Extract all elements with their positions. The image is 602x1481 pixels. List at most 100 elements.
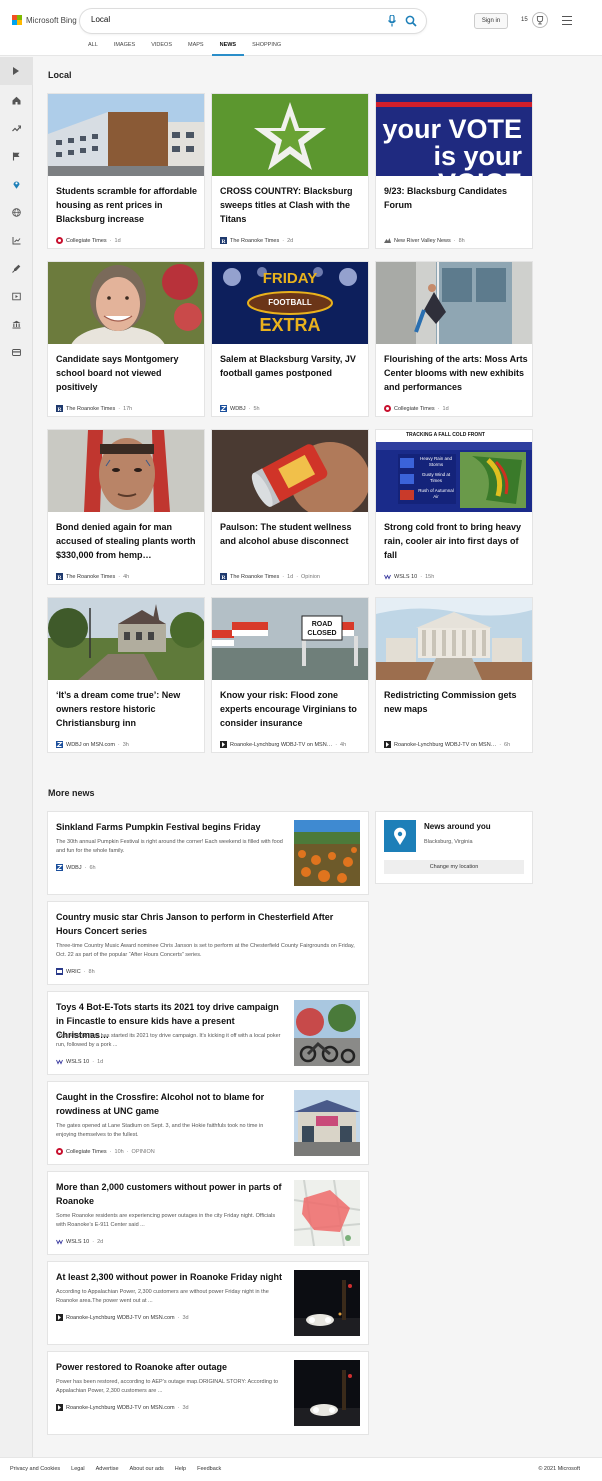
- article-source[interactable]: WDBJ on MSN.com · 3h: [56, 741, 129, 748]
- article-image-storefront[interactable]: [294, 1090, 360, 1156]
- tab-maps[interactable]: MAPS: [180, 40, 212, 56]
- article-image-aerial-dancer[interactable]: [376, 262, 532, 344]
- article-image-road-closed[interactable]: ROAD CLOSED: [212, 598, 368, 680]
- rewards-count[interactable]: 15: [521, 17, 528, 23]
- article-source[interactable]: WDBJ · 5h: [220, 405, 260, 412]
- science-icon[interactable]: [12, 264, 21, 273]
- tab-shopping[interactable]: SHOPPING: [244, 40, 289, 56]
- article-image-apartments[interactable]: [48, 94, 204, 176]
- search-icon[interactable]: [405, 15, 417, 27]
- more-news-item[interactable]: Power restored to Roanoke after outage P…: [48, 1352, 368, 1434]
- more-news-item[interactable]: Caught in the Crossfire: Alcohol not to …: [48, 1082, 368, 1164]
- globe-icon[interactable]: [12, 208, 21, 217]
- article-title[interactable]: Students scramble for affordable housing…: [56, 184, 200, 226]
- article-source[interactable]: Collegiate Times · 1d: [384, 405, 449, 412]
- article-title[interactable]: Bond denied again for man accused of ste…: [56, 520, 200, 562]
- more-news-item[interactable]: Sinkland Farms Pumpkin Festival begins F…: [48, 812, 368, 894]
- local-news-card[interactable]: Bond denied again for man accused of ste…: [48, 430, 204, 584]
- local-news-card[interactable]: CROSS COUNTRY: Blacksburg sweeps titles …: [212, 94, 368, 248]
- money-icon[interactable]: [12, 236, 21, 245]
- more-news-item[interactable]: Country music star Chris Janson to perfo…: [48, 902, 368, 984]
- flag-icon[interactable]: [12, 152, 21, 161]
- article-source[interactable]: WDBJ · 6h: [56, 864, 96, 871]
- article-source[interactable]: WSLS 10 · 2d: [56, 1238, 103, 1245]
- article-source[interactable]: Roanoke-Lynchburg WDBJ-TV on MSN… · 6h: [384, 741, 510, 748]
- article-source[interactable]: Roanoke-Lynchburg WDBJ-TV on MSN… · 4h: [220, 741, 346, 748]
- article-source[interactable]: R The Roanoke Times · 17h: [56, 405, 132, 412]
- article-image-portrait[interactable]: [48, 262, 204, 344]
- article-image-victorian-inn[interactable]: [48, 598, 204, 680]
- bing-logo[interactable]: Microsoft Bing: [12, 15, 77, 25]
- article-title[interactable]: At least 2,300 without power in Roanoke …: [56, 1270, 286, 1284]
- microphone-icon[interactable]: [387, 15, 397, 27]
- home-icon[interactable]: [12, 96, 21, 105]
- article-title[interactable]: More than 2,000 customers without power …: [56, 1180, 286, 1208]
- tab-all[interactable]: ALL: [80, 40, 106, 56]
- article-source[interactable]: WSLS 10 · 1d: [56, 1058, 103, 1065]
- sidebar-expand-button[interactable]: [0, 57, 33, 85]
- article-image-night-street[interactable]: [294, 1360, 360, 1426]
- article-image-mugshot[interactable]: [48, 430, 204, 512]
- entertainment-icon[interactable]: [12, 292, 21, 301]
- more-news-item[interactable]: More than 2,000 customers without power …: [48, 1172, 368, 1254]
- search-input[interactable]: Local: [91, 15, 110, 24]
- article-image-pumpkins[interactable]: [294, 820, 360, 886]
- article-title[interactable]: Strong cold front to bring heavy rain, c…: [384, 520, 528, 562]
- article-image-star[interactable]: [212, 94, 368, 176]
- local-news-card[interactable]: Redistricting Commission gets new maps R…: [376, 598, 532, 752]
- local-news-card[interactable]: TRACKING A FALL COLD FRONT Heavy Rain an…: [376, 430, 532, 584]
- local-news-card[interactable]: Students scramble for affordable housing…: [48, 94, 204, 248]
- article-title[interactable]: 9/23: Blacksburg Candidates Forum: [384, 184, 528, 212]
- article-source[interactable]: Collegiate Times · 10h · OPINION: [56, 1148, 155, 1155]
- sign-in-button[interactable]: Sign in: [474, 13, 508, 29]
- local-news-card[interactable]: Flourishing of the arts: Moss Arts Cente…: [376, 262, 532, 416]
- article-title[interactable]: ‘It’s a dream come true’: New owners res…: [56, 688, 200, 730]
- article-source[interactable]: WSLS 10 · 15h: [384, 573, 434, 580]
- article-title[interactable]: Country music star Chris Janson to perfo…: [56, 910, 360, 938]
- footer-link-feedback[interactable]: Feedback: [197, 1466, 221, 1472]
- footer-link-advertise[interactable]: Advertise: [96, 1466, 119, 1472]
- article-title[interactable]: CROSS COUNTRY: Blacksburg sweeps titles …: [220, 184, 364, 226]
- rewards-trophy-icon[interactable]: [532, 12, 548, 28]
- location-icon[interactable]: [12, 180, 21, 189]
- local-news-card[interactable]: ‘It’s a dream come true’: New owners res…: [48, 598, 204, 752]
- article-source[interactable]: Collegiate Times · 1d: [56, 237, 121, 244]
- search-box[interactable]: Local: [80, 9, 426, 33]
- local-news-card[interactable]: Candidate says Montgomery school board n…: [48, 262, 204, 416]
- article-source[interactable]: Roanoke-Lynchburg WDBJ-TV on MSN.com · 3d: [56, 1314, 189, 1321]
- tab-videos[interactable]: VIDEOS: [143, 40, 180, 56]
- article-title[interactable]: Salem at Blacksburg Varsity, JV football…: [220, 352, 364, 380]
- article-image-motorcycles[interactable]: [294, 1000, 360, 1066]
- local-news-card[interactable]: FRIDAY FOOTBALL EXTRA Salem at Blacksbur…: [212, 262, 368, 416]
- sports-icon[interactable]: [12, 348, 21, 357]
- article-source[interactable]: R The Roanoke Times · 4h: [56, 573, 129, 580]
- trending-icon[interactable]: [12, 124, 21, 133]
- local-news-card[interactable]: ROAD CLOSED Know your risk: Flood zone e…: [212, 598, 368, 752]
- article-title[interactable]: Power restored to Roanoke after outage: [56, 1360, 286, 1374]
- tab-news[interactable]: NEWS: [211, 40, 245, 56]
- article-image-friday-football[interactable]: FRIDAY FOOTBALL EXTRA: [212, 262, 368, 344]
- footer-link-legal[interactable]: Legal: [71, 1466, 84, 1472]
- more-news-item[interactable]: At least 2,300 without power in Roanoke …: [48, 1262, 368, 1344]
- local-news-card[interactable]: your VOTE is your VOICE 9/23: Blacksburg…: [376, 94, 532, 248]
- article-source[interactable]: WRIC · 8h: [56, 968, 95, 975]
- footer-link-privacy[interactable]: Privacy and Cookies: [10, 1466, 60, 1472]
- article-source[interactable]: New River Valley News · 8h: [384, 237, 465, 244]
- article-source[interactable]: Roanoke-Lynchburg WDBJ-TV on MSN.com · 3d: [56, 1404, 189, 1411]
- article-image-night-street[interactable]: [294, 1270, 360, 1336]
- article-image-vote-banner[interactable]: your VOTE is your VOICE: [376, 94, 532, 176]
- article-image-weather-map[interactable]: TRACKING A FALL COLD FRONT Heavy Rain an…: [376, 430, 532, 512]
- article-source[interactable]: R The Roanoke Times · 1d · Opinion: [220, 573, 320, 580]
- more-news-item[interactable]: Toys 4 Bot-E-Tots starts its 2021 toy dr…: [48, 992, 368, 1074]
- article-source[interactable]: R The Roanoke Times · 2d: [220, 237, 293, 244]
- article-title[interactable]: Flourishing of the arts: Moss Arts Cente…: [384, 352, 528, 394]
- footer-link-help[interactable]: Help: [175, 1466, 186, 1472]
- article-image-beer-can[interactable]: [212, 430, 368, 512]
- local-news-card[interactable]: Paulson: The student wellness and alcoho…: [212, 430, 368, 584]
- menu-icon[interactable]: [562, 16, 572, 25]
- footer-link-about-ads[interactable]: About our ads: [130, 1466, 164, 1472]
- article-title[interactable]: Paulson: The student wellness and alcoho…: [220, 520, 364, 548]
- article-title[interactable]: Know your risk: Flood zone experts encou…: [220, 688, 364, 730]
- tab-images[interactable]: IMAGES: [106, 40, 143, 56]
- article-title[interactable]: Candidate says Montgomery school board n…: [56, 352, 200, 394]
